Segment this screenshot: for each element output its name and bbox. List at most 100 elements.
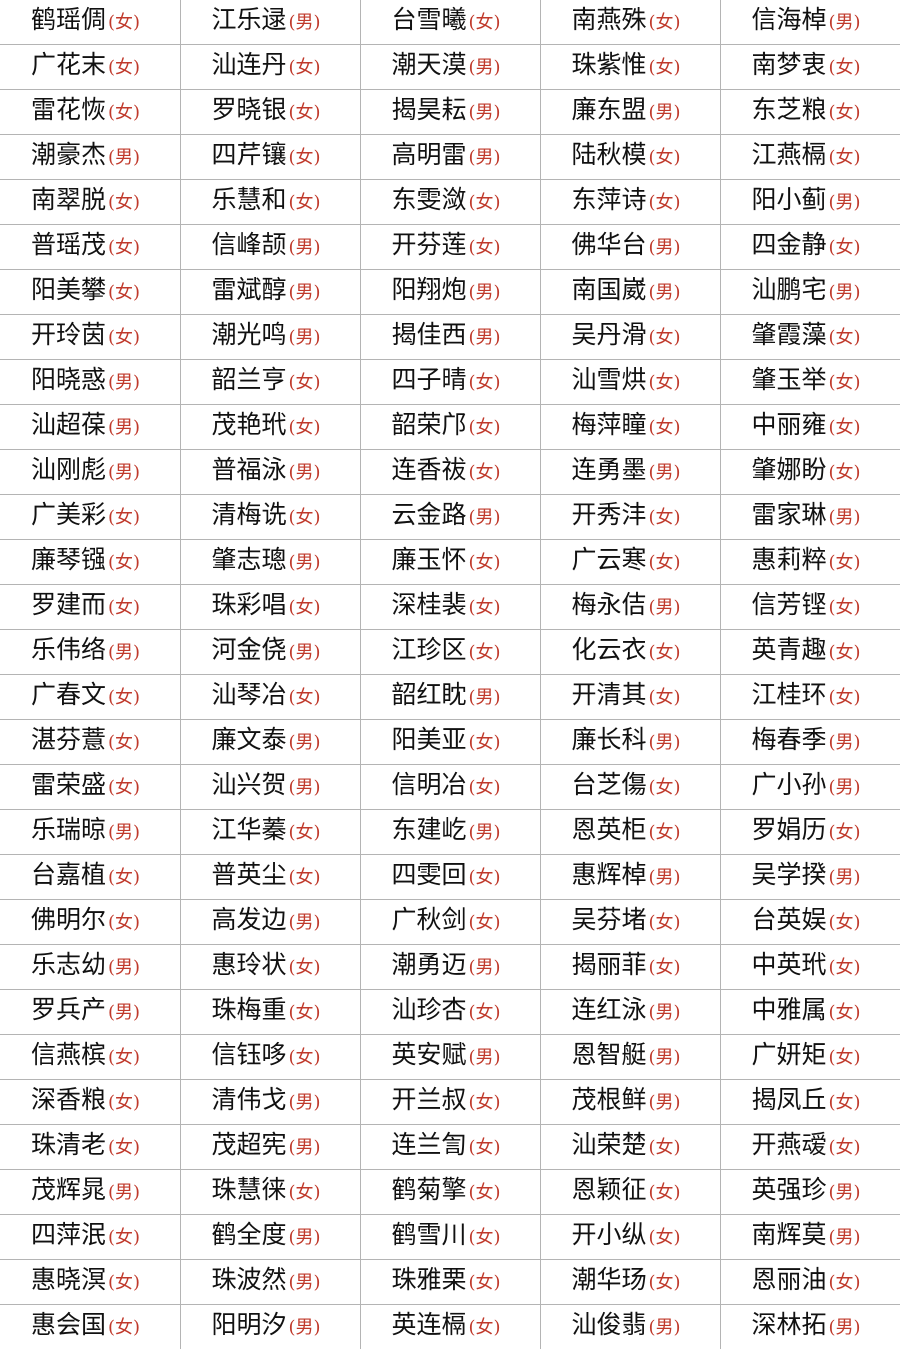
person-name: 潮光鸣 — [212, 320, 287, 349]
name-entry: 开秀沣(女) — [541, 495, 720, 539]
name-entry: 罗晓银(女) — [181, 90, 360, 134]
gender-label: (女) — [469, 237, 501, 258]
name-entry: 英连槅(女) — [361, 1305, 540, 1349]
gender-label: (女) — [649, 687, 681, 708]
name-entry: 英强珍(男) — [721, 1170, 900, 1214]
name-cell: 汕琴冶(女) — [180, 675, 360, 720]
person-name: 揭佳西 — [392, 320, 467, 349]
name-entry: 信海棹(男) — [721, 0, 900, 44]
person-name: 廉东盟 — [572, 95, 647, 124]
name-entry: 汕俊翡(男) — [541, 1305, 720, 1349]
gender-label: (女) — [829, 597, 861, 618]
name-entry: 珠清老(女) — [0, 1125, 180, 1169]
name-entry: 汕雪烘(女) — [541, 360, 720, 404]
gender-label: (女) — [469, 372, 501, 393]
gender-label: (女) — [649, 57, 681, 78]
person-name: 普福泳 — [212, 455, 287, 484]
person-name: 连香祓 — [392, 455, 467, 484]
gender-label: (男) — [289, 1272, 321, 1293]
name-entry: 梅永佶(男) — [541, 585, 720, 629]
name-cell: 开芬莲(女) — [360, 225, 540, 270]
gender-label: (男) — [649, 732, 681, 753]
gender-label: (男) — [649, 1047, 681, 1068]
person-name: 恩英柜 — [572, 815, 647, 844]
name-cell: 韶兰亨(女) — [180, 360, 360, 405]
person-name: 广花末 — [31, 50, 106, 79]
name-cell: 阳晓惑(男) — [0, 360, 180, 405]
name-entry: 茂辉晁(男) — [0, 1170, 180, 1214]
name-entry: 台英娱(女) — [721, 900, 900, 944]
name-entry: 梅春季(男) — [721, 720, 900, 764]
person-name: 英强珍 — [752, 1175, 827, 1204]
gender-label: (男) — [289, 1137, 321, 1158]
person-name: 开秀沣 — [572, 500, 647, 529]
gender-label: (女) — [469, 777, 501, 798]
table-row: 广美彩(女)清梅诜(女)云金路(男)开秀沣(女)雷家琳(男) — [0, 495, 900, 540]
name-entry: 吴学揆(男) — [721, 855, 900, 899]
name-cell: 中雅属(女) — [720, 990, 900, 1035]
name-entry: 江燕槅(女) — [721, 135, 900, 179]
gender-label: (男) — [108, 822, 140, 843]
name-cell: 阳明汐(男) — [180, 1305, 360, 1349]
name-cell: 广秋剑(女) — [360, 900, 540, 945]
gender-label: (女) — [649, 1227, 681, 1248]
person-name: 梅永佶 — [572, 590, 647, 619]
name-entry: 潮光鸣(男) — [181, 315, 360, 359]
table-row: 乐伟络(男)河金侥(男)江珍区(女)化云衣(女)英青趣(女) — [0, 630, 900, 675]
name-cell: 恩英柜(女) — [540, 810, 720, 855]
name-entry: 云金路(男) — [361, 495, 540, 539]
name-entry: 廉文泰(男) — [181, 720, 360, 764]
gender-label: (女) — [108, 1137, 140, 1158]
name-entry: 阳美攀(女) — [0, 270, 180, 314]
name-cell: 鹤全度(男) — [180, 1215, 360, 1260]
name-entry: 鹤全度(男) — [181, 1215, 360, 1259]
name-cell: 汕刚彪(男) — [0, 450, 180, 495]
person-name: 罗兵产 — [31, 995, 106, 1024]
name-cell: 佛明尔(女) — [0, 900, 180, 945]
gender-label: (女) — [289, 867, 321, 888]
name-entry: 深桂裴(女) — [361, 585, 540, 629]
person-name: 梅萍瞳 — [572, 410, 647, 439]
gender-label: (男) — [289, 1227, 321, 1248]
gender-label: (女) — [469, 642, 501, 663]
name-entry: 化云衣(女) — [541, 630, 720, 674]
name-cell: 南梦衷(女) — [720, 45, 900, 90]
name-cell: 汕兴贺(男) — [180, 765, 360, 810]
person-name: 南翠脱 — [31, 185, 106, 214]
gender-label: (女) — [829, 1272, 861, 1293]
person-name: 肇娜盼 — [752, 455, 827, 484]
name-entry: 四子晴(女) — [361, 360, 540, 404]
name-entry: 阳小蓟(男) — [721, 180, 900, 224]
name-cell: 惠玲状(女) — [180, 945, 360, 990]
name-cell: 罗娟历(女) — [720, 810, 900, 855]
person-name: 揭凤丘 — [752, 1085, 827, 1114]
name-cell: 英连槅(女) — [360, 1305, 540, 1349]
gender-label: (男) — [649, 867, 681, 888]
gender-label: (女) — [289, 957, 321, 978]
gender-label: (男) — [469, 282, 501, 303]
name-cell: 揭凤丘(女) — [720, 1080, 900, 1125]
name-cell: 台芝傷(女) — [540, 765, 720, 810]
name-cell: 恩丽油(女) — [720, 1260, 900, 1305]
name-cell: 开玲茵(女) — [0, 315, 180, 360]
gender-label: (女) — [469, 1317, 501, 1338]
name-cell: 揭佳西(男) — [360, 315, 540, 360]
gender-label: (男) — [829, 507, 861, 528]
person-name: 四雯回 — [392, 860, 467, 889]
gender-label: (女) — [649, 12, 681, 33]
name-entry: 江珍区(女) — [361, 630, 540, 674]
person-name: 廉文泰 — [212, 725, 287, 754]
name-cell: 潮天漠(男) — [360, 45, 540, 90]
person-name: 英青趣 — [752, 635, 827, 664]
name-entry: 开清其(女) — [541, 675, 720, 719]
person-name: 佛明尔 — [31, 905, 106, 934]
gender-label: (女) — [289, 417, 321, 438]
name-entry: 台芝傷(女) — [541, 765, 720, 809]
gender-label: (男) — [469, 327, 501, 348]
person-name: 鹤雪川 — [392, 1220, 467, 1249]
person-name: 廉玉怀 — [392, 545, 467, 574]
gender-label: (女) — [108, 1092, 140, 1113]
name-entry: 开玲茵(女) — [0, 315, 180, 359]
person-name: 化云衣 — [572, 635, 647, 664]
person-name: 开兰叔 — [392, 1085, 467, 1114]
